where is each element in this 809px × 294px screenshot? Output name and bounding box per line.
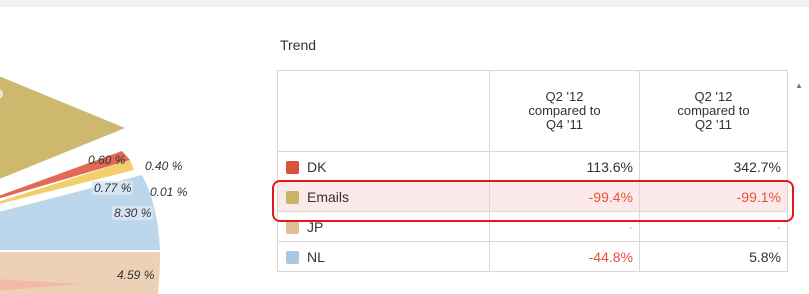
row-name-jp: JP [307, 218, 324, 235]
trend-table: Q2 '12 compared to Q4 '11 Q2 '12 compare… [277, 70, 788, 272]
table-row-emails[interactable]: Emails -99.4% -99.1% [277, 181, 788, 212]
row-emails-col1: -99.4% [489, 181, 640, 212]
table-row-jp[interactable]: JP - - [277, 211, 788, 242]
header-col-q4-11[interactable]: Q2 '12 compared to Q4 '11 [489, 70, 640, 152]
legend-swatch-jp [286, 220, 299, 234]
pie-chart-svg [0, 76, 160, 294]
row-name-cell: Emails [277, 181, 490, 212]
header-col1-line1: Q2 '12 [545, 89, 584, 104]
pie-label-001: 0.01 % [150, 185, 188, 199]
pie-label-040: 0.40 % [145, 159, 183, 173]
pie-label-830: 8.30 % [112, 206, 154, 220]
scroll-up-arrow-icon[interactable]: ▲ [795, 82, 803, 90]
row-name-nl: NL [307, 248, 325, 265]
row-name-emails: Emails [307, 188, 350, 205]
row-jp-col2: - [639, 211, 788, 242]
table-row-nl[interactable]: NL -44.8% 5.8% [277, 241, 788, 272]
legend-swatch-emails [286, 190, 299, 204]
header-col2-line1: Q2 '12 [694, 89, 733, 104]
trend-title: Trend [280, 37, 317, 53]
row-nl-col1: -44.8% [489, 241, 640, 272]
row-name-cell: JP [277, 211, 490, 242]
row-emails-col2: -99.1% [639, 181, 788, 212]
header-col1-line3: Q4 '11 [546, 117, 583, 132]
row-name-dk: DK [307, 158, 327, 175]
pie-label-459: 4.59 % [117, 268, 155, 282]
trend-header-row: Q2 '12 compared to Q4 '11 Q2 '12 compare… [277, 70, 788, 152]
pie-label-060: 0.60 % [88, 153, 126, 167]
header-series [277, 70, 490, 152]
header-col2-line2: compared to [677, 103, 750, 118]
row-dk-col1: 113.6% [489, 151, 640, 182]
row-dk-col2: 342.7% [639, 151, 788, 182]
legend-swatch-dk [286, 160, 299, 174]
table-row-dk[interactable]: DK 113.6% 342.7% [277, 151, 788, 182]
row-jp-col1: - [489, 211, 640, 242]
header-col-q2-11[interactable]: Q2 '12 compared to Q2 '11 [639, 70, 788, 152]
pie-chart[interactable]: 0.60 % 0.40 % 0.77 % 0.01 % 8.30 % 4.59 … [0, 0, 260, 294]
header-col2-line3: Q2 '11 [695, 117, 732, 132]
header-col1-line2: compared to [528, 103, 601, 118]
row-name-cell: DK [277, 151, 490, 182]
row-name-cell: NL [277, 241, 490, 272]
pie-label-077: 0.77 % [92, 181, 134, 195]
legend-swatch-nl [286, 250, 299, 264]
row-nl-col2: 5.8% [639, 241, 788, 272]
